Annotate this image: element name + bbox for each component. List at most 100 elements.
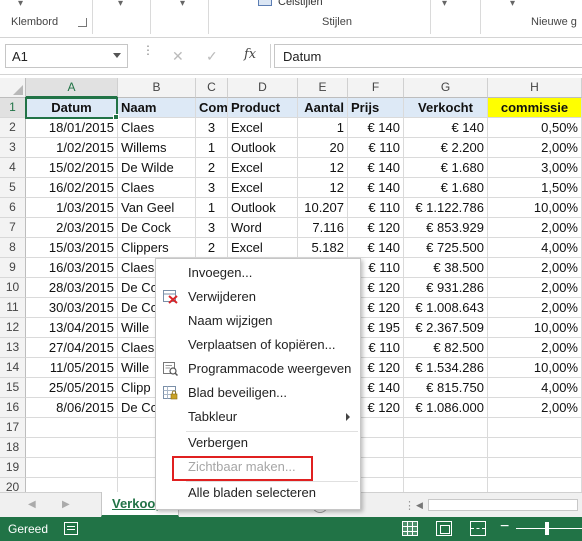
row-header[interactable]: 16 [0, 398, 26, 418]
column-header-h[interactable]: H [488, 78, 582, 98]
row-header[interactable]: 1 [0, 98, 26, 118]
clipboard-dialog-launcher-icon[interactable] [78, 18, 87, 27]
header-cell[interactable]: commissie [488, 98, 582, 118]
table-cell[interactable]: 1/02/2015 [26, 138, 118, 158]
table-cell[interactable]: Excel [228, 238, 298, 258]
table-cell[interactable]: € 140 [348, 158, 404, 178]
table-cell[interactable]: De Wilde [118, 158, 196, 178]
row-header[interactable]: 3 [0, 138, 26, 158]
table-cell[interactable]: 20 [298, 138, 348, 158]
table-cell[interactable]: 25/05/2015 [26, 378, 118, 398]
table-cell[interactable] [404, 438, 488, 458]
table-cell[interactable]: 2,00% [488, 398, 582, 418]
menu-item-protect[interactable]: Blad beveiligen... [156, 381, 360, 405]
insert-function-button[interactable]: fx [244, 47, 256, 62]
column-header-g[interactable]: G [404, 78, 488, 98]
table-cell[interactable]: Clippers [118, 238, 196, 258]
table-cell[interactable]: 1 [196, 138, 228, 158]
paste-chevron-icon[interactable]: ▾ [18, 0, 23, 9]
table-cell[interactable]: Outlook [228, 198, 298, 218]
name-box[interactable]: A1 [5, 44, 128, 68]
table-cell[interactable] [404, 458, 488, 478]
table-cell[interactable]: € 120 [348, 218, 404, 238]
table-cell[interactable]: 30/03/2015 [26, 298, 118, 318]
table-cell[interactable]: 1,50% [488, 178, 582, 198]
table-cell[interactable] [488, 438, 582, 458]
header-cell[interactable]: Product [228, 98, 298, 118]
table-cell[interactable]: 2 [196, 158, 228, 178]
page-layout-view-icon[interactable] [436, 521, 452, 536]
table-cell[interactable]: € 110 [348, 138, 404, 158]
table-cell[interactable]: € 140 [404, 118, 488, 138]
formula-input[interactable]: Datum [274, 44, 582, 68]
table-cell[interactable]: € 1.680 [404, 158, 488, 178]
table-cell[interactable]: 15/02/2015 [26, 158, 118, 178]
table-cell[interactable]: 10,00% [488, 198, 582, 218]
macro-record-icon[interactable] [64, 522, 78, 535]
tab-scroll-right-icon[interactable]: ▶ [62, 499, 70, 510]
scroll-left-arrow-icon[interactable]: ◀ [416, 500, 423, 511]
header-cell[interactable]: Naam [118, 98, 196, 118]
column-header-b[interactable]: B [118, 78, 196, 98]
table-cell[interactable] [488, 458, 582, 478]
cells-chevron-icon[interactable]: ▾ [442, 0, 447, 9]
table-cell[interactable]: Outlook [228, 138, 298, 158]
table-cell[interactable]: 4,00% [488, 378, 582, 398]
column-header-c[interactable]: C [196, 78, 228, 98]
column-header-d[interactable]: D [228, 78, 298, 98]
menu-item-view-code[interactable]: Programmacode weergeven [156, 357, 360, 381]
table-cell[interactable]: 28/03/2015 [26, 278, 118, 298]
table-cell[interactable]: € 1.086.000 [404, 398, 488, 418]
table-cell[interactable]: 2,00% [488, 298, 582, 318]
fill-handle[interactable] [113, 114, 119, 120]
row-header[interactable]: 17 [0, 418, 26, 438]
table-cell[interactable]: Excel [228, 178, 298, 198]
table-cell[interactable]: 10.207 [298, 198, 348, 218]
row-header[interactable]: 15 [0, 378, 26, 398]
column-header-e[interactable]: E [298, 78, 348, 98]
row-header[interactable]: 6 [0, 198, 26, 218]
menu-item-move-copy[interactable]: Verplaatsen of kopiëren... [156, 333, 360, 357]
column-header-a[interactable]: A [26, 78, 118, 98]
table-cell[interactable]: € 725.500 [404, 238, 488, 258]
table-cell[interactable]: Van Geel [118, 198, 196, 218]
table-cell[interactable]: € 2.200 [404, 138, 488, 158]
table-cell[interactable]: Excel [228, 158, 298, 178]
table-cell[interactable]: 1 [196, 198, 228, 218]
row-header[interactable]: 19 [0, 458, 26, 478]
table-cell[interactable]: € 82.500 [404, 338, 488, 358]
row-header[interactable]: 12 [0, 318, 26, 338]
table-cell[interactable]: 3 [196, 118, 228, 138]
table-cell[interactable]: Word [228, 218, 298, 238]
table-cell[interactable]: 2,00% [488, 218, 582, 238]
table-cell[interactable]: € 140 [348, 238, 404, 258]
table-cell[interactable]: 7.116 [298, 218, 348, 238]
zoom-slider-thumb[interactable] [545, 522, 549, 535]
table-cell[interactable]: Excel [228, 118, 298, 138]
table-cell[interactable] [26, 418, 118, 438]
menu-item-hide[interactable]: Verbergen [156, 431, 360, 455]
table-cell[interactable]: 5.182 [298, 238, 348, 258]
table-cell[interactable]: 16/02/2015 [26, 178, 118, 198]
table-cell[interactable] [26, 458, 118, 478]
table-cell[interactable]: 0,50% [488, 118, 582, 138]
table-cell[interactable]: 16/03/2015 [26, 258, 118, 278]
font-chevron-icon[interactable]: ▾ [118, 0, 123, 9]
tab-scroll-left-icon[interactable]: ◀ [28, 499, 36, 510]
header-cell[interactable]: Aantal [298, 98, 348, 118]
table-cell[interactable]: 3,00% [488, 158, 582, 178]
menu-item-rename[interactable]: Naam wijzigen [156, 309, 360, 333]
menu-item-insert[interactable]: Invoegen... [156, 261, 360, 285]
header-cell[interactable]: Prijs [348, 98, 404, 118]
table-cell[interactable]: 12 [298, 158, 348, 178]
table-cell[interactable]: 12 [298, 178, 348, 198]
menu-item-tab-color[interactable]: Tabkleur [156, 405, 360, 429]
row-header[interactable]: 18 [0, 438, 26, 458]
table-cell[interactable]: 18/01/2015 [26, 118, 118, 138]
table-cell[interactable]: 3 [196, 178, 228, 198]
select-all-corner[interactable] [0, 78, 26, 98]
row-header[interactable]: 9 [0, 258, 26, 278]
table-cell[interactable]: 27/04/2015 [26, 338, 118, 358]
format-chevron-icon[interactable]: ▾ [180, 0, 185, 9]
table-cell[interactable]: € 1.122.786 [404, 198, 488, 218]
